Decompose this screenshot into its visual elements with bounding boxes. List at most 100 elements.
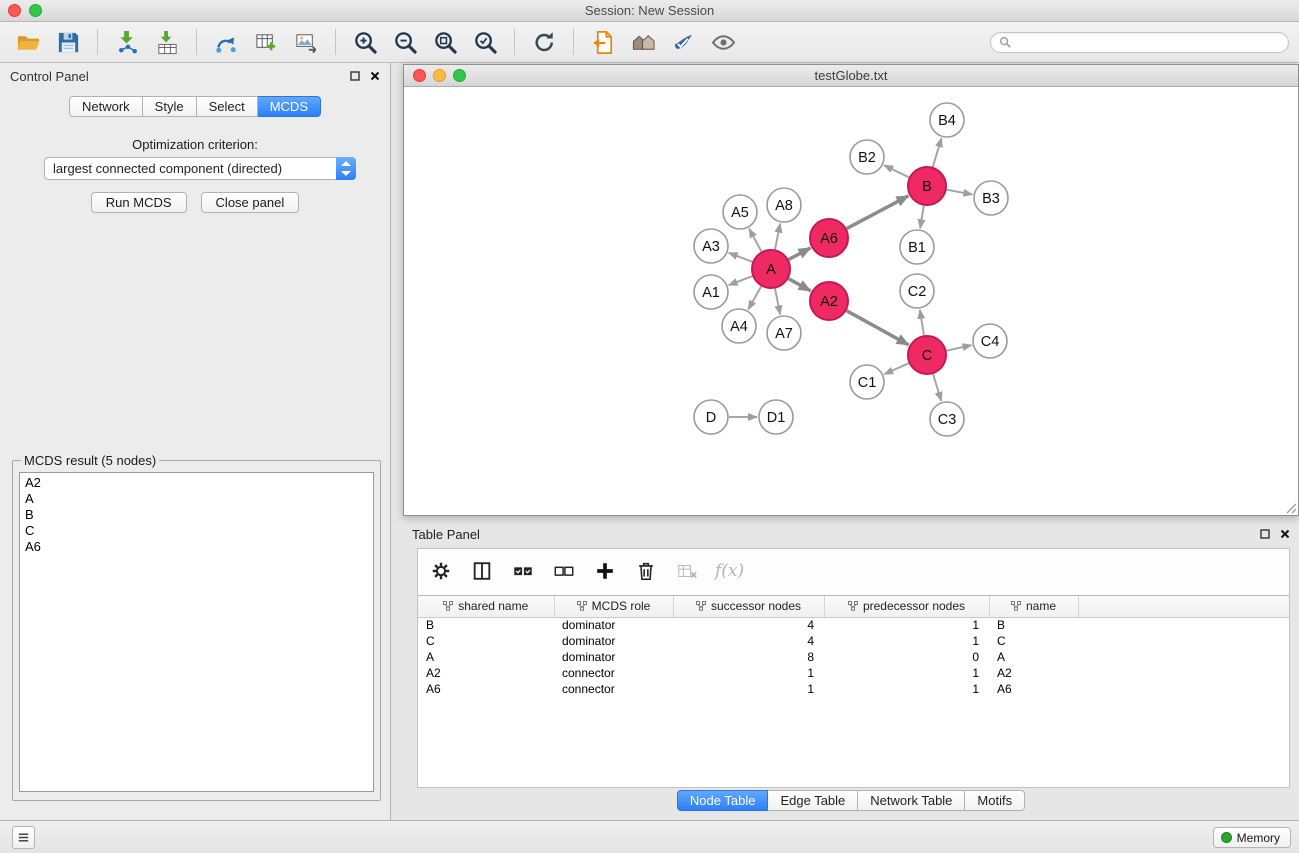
zoom-in-button[interactable] — [350, 27, 380, 57]
delete-column-button[interactable] — [633, 558, 659, 584]
mcds-result-item[interactable]: A2 — [20, 475, 373, 491]
node-table-row[interactable]: Bdominator41B — [418, 617, 1289, 633]
column-header-shared-name[interactable]: shared name — [418, 596, 554, 617]
resize-grip-icon[interactable] — [1285, 502, 1297, 514]
tab-network-table[interactable]: Network Table — [858, 790, 965, 811]
close-panel-button-mcds[interactable]: Close panel — [201, 192, 300, 213]
graph-edge-B-B2[interactable] — [884, 165, 909, 177]
node-table-row[interactable]: A2connector11A2 — [418, 665, 1289, 681]
graph-edge-B-B3[interactable] — [947, 190, 973, 195]
zoom-window-button[interactable] — [29, 4, 42, 17]
home-icon — [631, 30, 656, 55]
new-network-button[interactable] — [211, 27, 241, 57]
mcds-result-item[interactable]: A6 — [20, 539, 373, 555]
save-session-button[interactable] — [53, 27, 83, 57]
mcds-result-item[interactable]: B — [20, 507, 373, 523]
graph-node-label: A4 — [730, 319, 748, 335]
zoom-selected-button[interactable] — [470, 27, 500, 57]
graph-node-label: D1 — [767, 410, 786, 426]
graph-edge-A-A6[interactable] — [789, 248, 811, 260]
graph-edge-A-A2[interactable] — [789, 279, 811, 291]
graph-node-label: A5 — [731, 205, 749, 221]
show-graphics-details-button[interactable] — [708, 27, 738, 57]
graph-edge-B-B1[interactable] — [920, 206, 924, 229]
export-image-button[interactable] — [291, 27, 321, 57]
show-columns-button[interactable] — [469, 558, 495, 584]
graph-node-label: A2 — [820, 294, 838, 310]
graph-edge-C-C3[interactable] — [933, 374, 941, 401]
import-table-button[interactable] — [152, 27, 182, 57]
function-builder-button[interactable]: f(x) — [715, 561, 744, 581]
import-network-button[interactable] — [112, 27, 142, 57]
node-table-row[interactable]: Cdominator41C — [418, 633, 1289, 649]
table-cell: C — [418, 633, 554, 649]
network-zoom-button[interactable] — [453, 69, 466, 82]
column-header-predecessor-nodes[interactable]: predecessor nodes — [824, 596, 989, 617]
tab-select[interactable]: Select — [197, 96, 258, 117]
network-close-button[interactable] — [413, 69, 426, 82]
run-mcds-button[interactable]: Run MCDS — [91, 192, 187, 213]
delete-table-button[interactable] — [674, 558, 700, 584]
select-all-columns-button[interactable] — [510, 558, 536, 584]
table-cell-filler — [1078, 649, 1289, 665]
column-header-name[interactable]: name — [989, 596, 1078, 617]
table-cell: dominator — [554, 649, 673, 665]
column-header-mcds-role[interactable]: MCDS role — [554, 596, 673, 617]
new-table-button[interactable] — [251, 27, 281, 57]
network-overview-button[interactable] — [628, 27, 658, 57]
validate-button[interactable] — [668, 27, 698, 57]
table-settings-button[interactable] — [428, 558, 454, 584]
tab-motifs[interactable]: Motifs — [965, 790, 1025, 811]
float-panel-button[interactable] — [349, 71, 360, 82]
table-cell: A — [989, 649, 1078, 665]
mcds-result-item[interactable]: A — [20, 491, 373, 507]
network-graph[interactable]: B4B2BB3A8A5A6A3B1AC2A1A2A4A7C4CC1C3DD1 — [404, 87, 1298, 515]
mcds-result-list[interactable]: A2ABCA6 — [19, 472, 374, 792]
criterion-dropdown[interactable]: largest connected component (directed) — [44, 157, 356, 180]
tab-node-table[interactable]: Node Table — [677, 790, 769, 811]
graph-edge-B-B4[interactable] — [933, 138, 942, 167]
tab-style[interactable]: Style — [143, 96, 197, 117]
status-list-button[interactable] — [12, 826, 35, 849]
node-table[interactable]: shared nameMCDS rolesuccessor nodesprede… — [418, 595, 1289, 786]
network-window-titlebar[interactable]: testGlobe.txt — [404, 65, 1298, 87]
close-window-button[interactable] — [8, 4, 21, 17]
zoom-fit-button[interactable] — [430, 27, 460, 57]
zoom-out-button[interactable] — [390, 27, 420, 57]
plus-icon — [594, 560, 616, 582]
graph-edge-A2-C[interactable] — [847, 311, 909, 345]
memory-button[interactable]: Memory — [1213, 827, 1291, 848]
node-table-row[interactable]: Adominator80A — [418, 649, 1289, 665]
graph-edge-A6-B[interactable] — [847, 196, 909, 229]
network-view[interactable]: B4B2BB3A8A5A6A3B1AC2A1A2A4A7C4CC1C3DD1 — [404, 87, 1298, 515]
open-session-button[interactable] — [13, 27, 43, 57]
close-panel-button[interactable] — [369, 71, 380, 82]
graph-edge-A-A1[interactable] — [729, 276, 753, 285]
tab-mcds[interactable]: MCDS — [258, 96, 321, 117]
table-cell: A6 — [418, 681, 554, 697]
graph-edge-A-A4[interactable] — [748, 286, 761, 309]
create-column-button[interactable] — [592, 558, 618, 584]
graph-edge-C-C4[interactable] — [947, 345, 972, 351]
node-table-row[interactable]: A6connector11A6 — [418, 681, 1289, 697]
float-table-panel-button[interactable] — [1259, 529, 1270, 540]
search-box[interactable] — [990, 32, 1289, 53]
close-table-panel-button[interactable] — [1279, 529, 1290, 540]
search-input[interactable] — [1016, 35, 1280, 49]
network-window[interactable]: testGlobe.txt B4B2BB3A8A5A6A3B1AC2A1A2A4… — [403, 64, 1299, 516]
column-header-successor-nodes[interactable]: successor nodes — [673, 596, 824, 617]
mcds-result-item[interactable]: C — [20, 523, 373, 539]
tab-edge-table[interactable]: Edge Table — [768, 790, 858, 811]
deselect-all-columns-button[interactable] — [551, 558, 577, 584]
refresh-button[interactable] — [529, 27, 559, 57]
tab-network[interactable]: Network — [69, 96, 143, 117]
open-recent-file-button[interactable] — [588, 27, 618, 57]
graph-edge-A-A7[interactable] — [775, 289, 780, 315]
graph-edge-A-A8[interactable] — [775, 224, 780, 250]
criterion-dropdown-value: largest connected component (directed) — [53, 161, 282, 176]
graph-edge-C-C2[interactable] — [920, 310, 924, 335]
network-minimize-button[interactable] — [433, 69, 446, 82]
graph-edge-C-C1[interactable] — [884, 363, 909, 374]
graph-edge-A-A3[interactable] — [729, 253, 753, 262]
graph-edge-A-A5[interactable] — [749, 229, 761, 252]
